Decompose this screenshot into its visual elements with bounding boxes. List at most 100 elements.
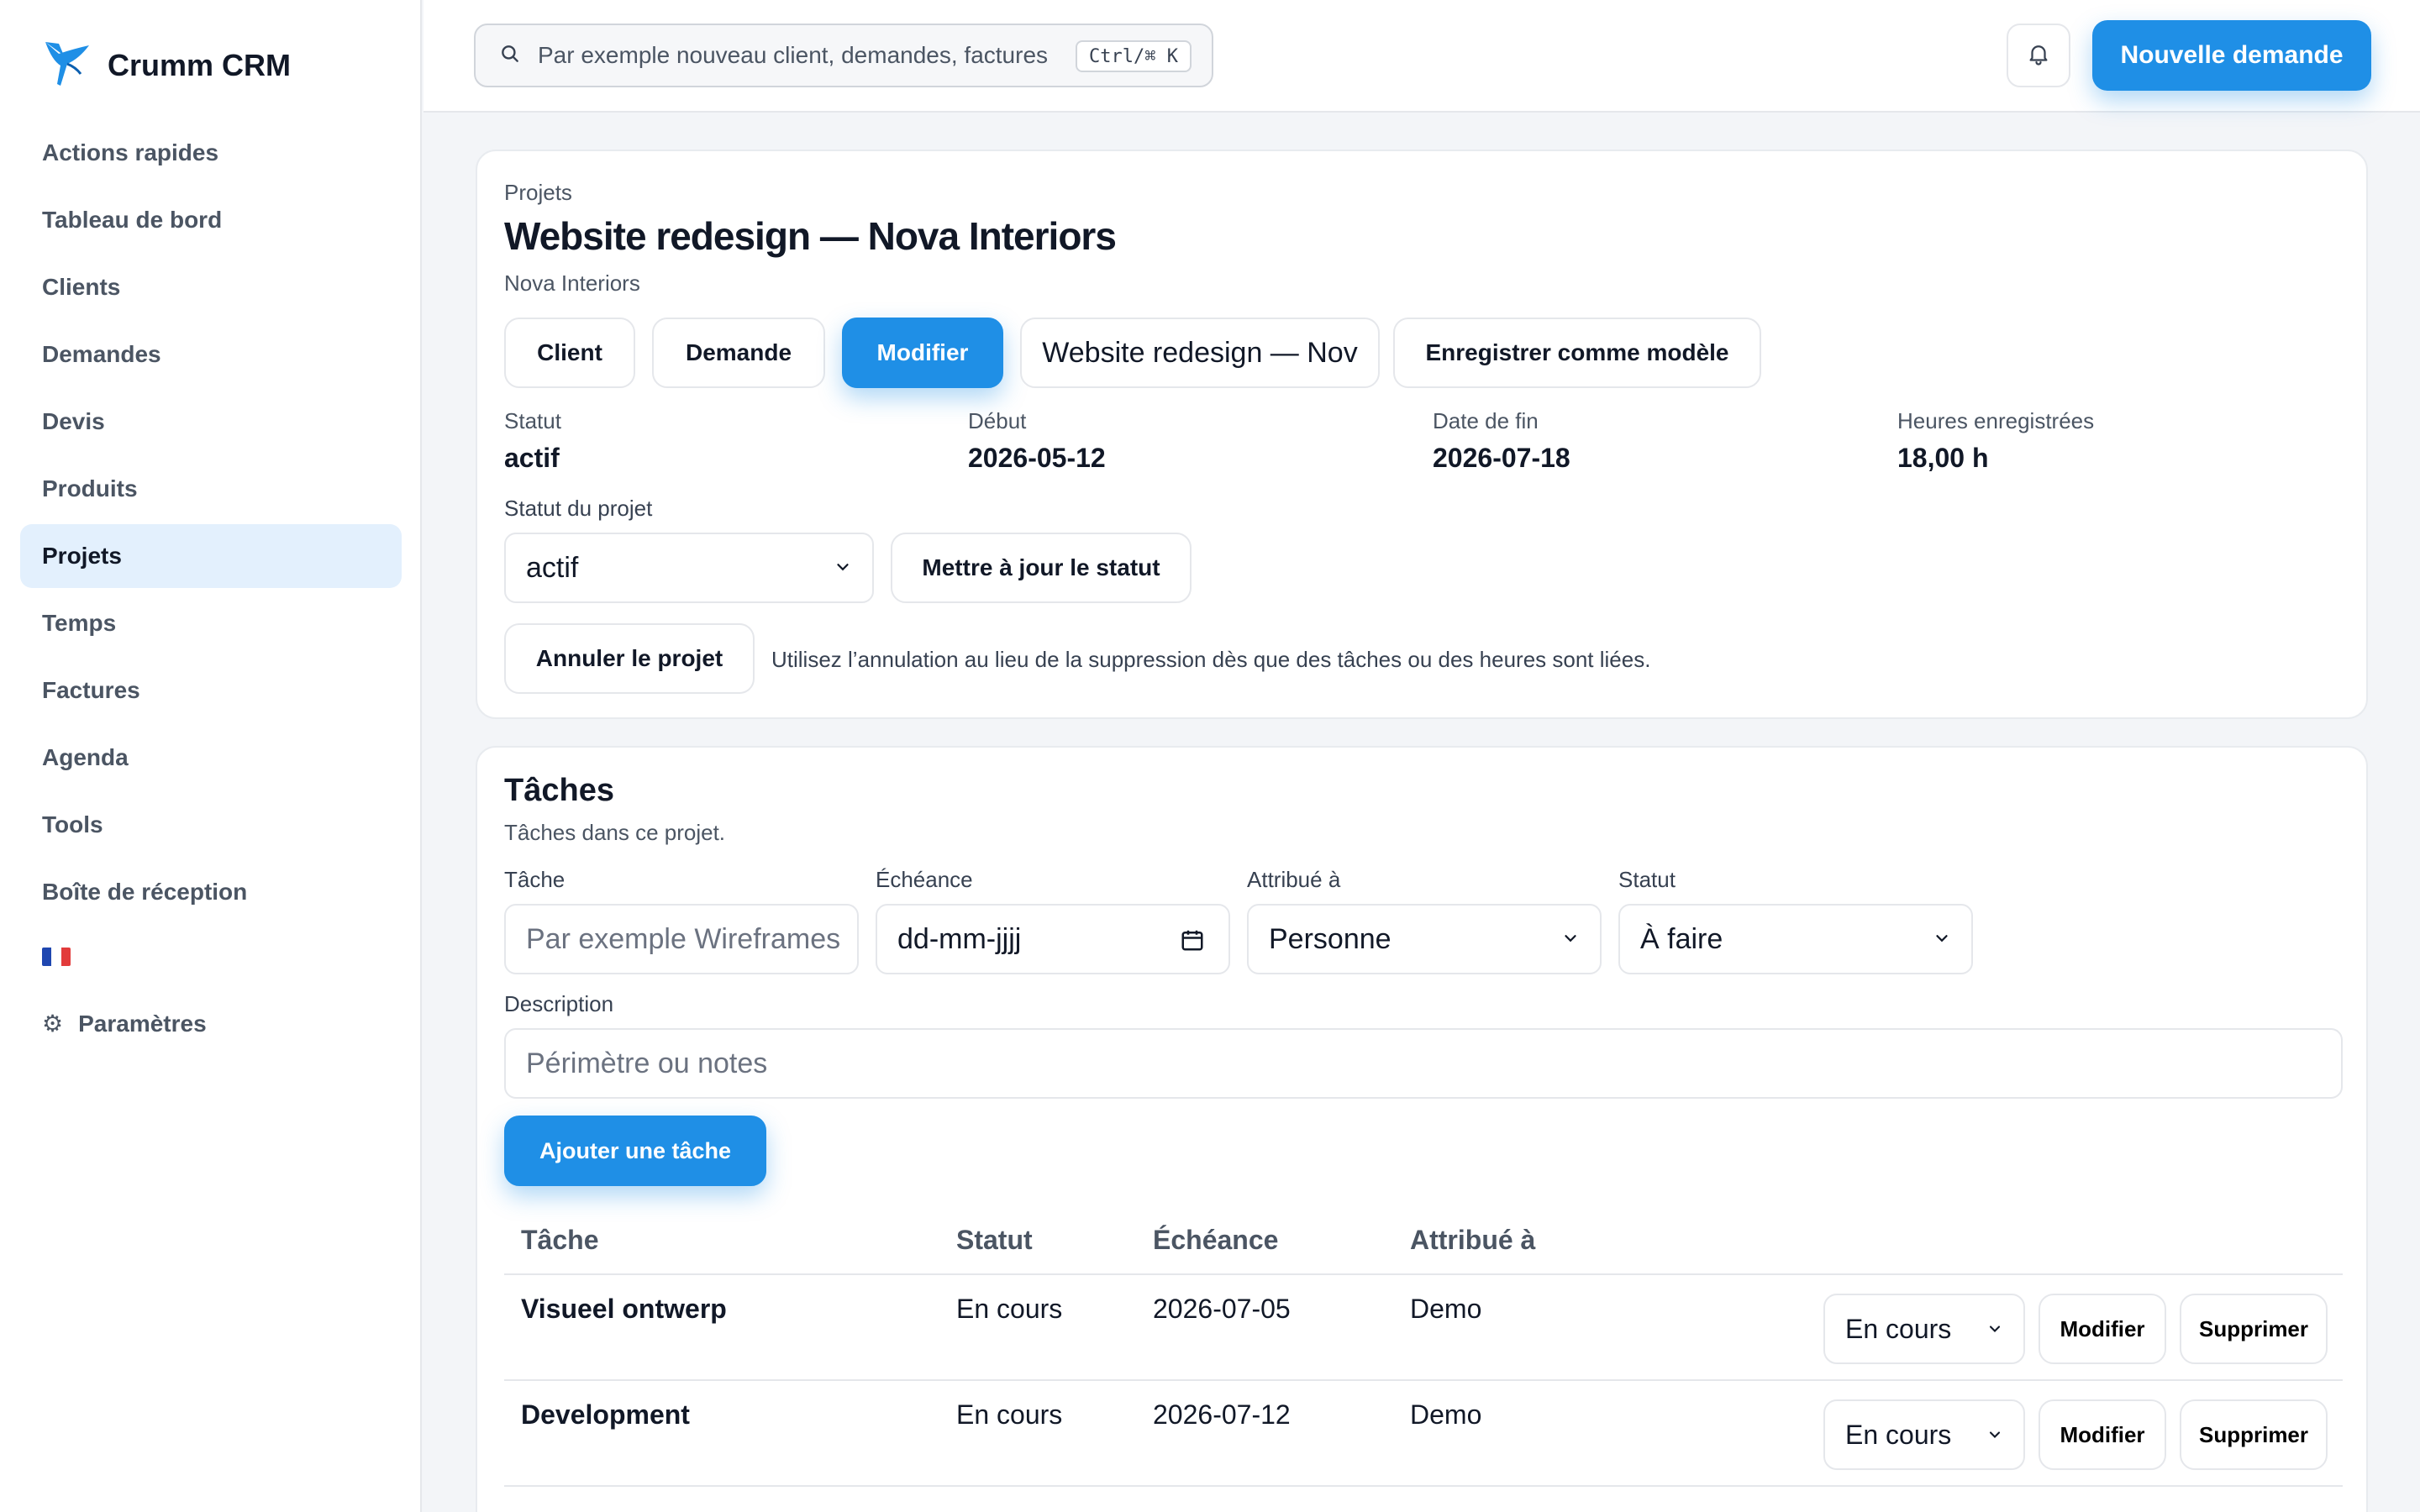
column-header-task[interactable]: Tâche [521, 1225, 598, 1256]
task-assignee: Demo [1410, 1294, 1482, 1324]
new-request-button[interactable]: Nouvelle demande [2092, 20, 2371, 91]
project-card: Projets Website redesign — Nova Interior… [476, 150, 2368, 719]
task-status-label: Statut [1618, 867, 1676, 892]
bird-logo-icon [42, 37, 91, 93]
select-value: En cours [1845, 1313, 1952, 1344]
table-row: Visueel ontwerp En cours 2026-07-05 Demo… [477, 1275, 2370, 1381]
gear-icon: ⚙ [42, 1011, 64, 1037]
sidebar-item-agenda[interactable]: Agenda [20, 726, 402, 790]
row-divider [504, 1485, 2343, 1487]
project-status-select[interactable]: actif [504, 533, 874, 603]
sidebar-item-demandes[interactable]: Demandes [20, 323, 402, 386]
edit-task-button[interactable]: Modifier [2039, 1294, 2166, 1364]
sidebar-item-tools[interactable]: Tools [20, 793, 402, 857]
add-task-button[interactable]: Ajouter une tâche [504, 1116, 766, 1186]
tasks-title: Tâches [504, 773, 614, 808]
calendar-icon[interactable] [1180, 927, 1205, 953]
project-status-label: Statut du projet [504, 496, 653, 521]
stat-end: Date de fin 2026-07-18 [1433, 408, 1570, 474]
client-name: Nova Interiors [504, 270, 640, 296]
due-date-input[interactable]: dd-mm-jjjj [876, 904, 1230, 974]
chevron-down-icon [837, 564, 849, 571]
chevron-down-icon [1989, 1326, 2001, 1332]
due-date-label: Échéance [876, 867, 973, 892]
task-due: 2026-07-05 [1153, 1294, 1291, 1324]
sidebar: Crumm CRM Actions rapides Tableau de bor… [0, 0, 422, 1512]
sidebar-item-parametres[interactable]: ⚙ Paramètres [42, 1010, 207, 1037]
sidebar-item-factures[interactable]: Factures [20, 659, 402, 722]
sidebar-nav: Actions rapides Tableau de bord Clients … [20, 121, 402, 927]
assignee-label: Attribué à [1247, 867, 1341, 892]
edit-project-button[interactable]: Modifier [842, 318, 1003, 388]
sidebar-item-projets[interactable]: Projets [20, 524, 402, 588]
assignee-select[interactable]: Personne [1247, 904, 1602, 974]
app-name: Crumm CRM [108, 47, 292, 82]
language-flag-icon[interactable] [42, 948, 71, 966]
shortcut-hint: Ctrl/⌘ K [1076, 40, 1192, 72]
update-status-button[interactable]: Mettre à jour le statut [891, 533, 1192, 603]
select-value: À faire [1640, 922, 1723, 955]
task-name[interactable]: Development [521, 1399, 690, 1431]
stat-status: Statut actif [504, 408, 561, 474]
description-label: Description [504, 991, 614, 1016]
task-status-select[interactable]: À faire [1618, 904, 1973, 974]
sidebar-item-produits[interactable]: Produits [20, 457, 402, 521]
sidebar-item-devis[interactable]: Devis [20, 390, 402, 454]
column-header-due[interactable]: Échéance [1153, 1225, 1278, 1256]
sidebar-item-boite-de-reception[interactable]: Boîte de réception [20, 860, 402, 924]
stat-label: Statut [504, 408, 561, 433]
bell-icon [2026, 41, 2051, 71]
column-header-assignee[interactable]: Attribué à [1410, 1225, 1535, 1256]
brand[interactable]: Crumm CRM [42, 37, 291, 93]
task-status: En cours [956, 1294, 1063, 1324]
request-button[interactable]: Demande [652, 318, 825, 388]
stat-hours: Heures enregistrées 18,00 h [1897, 408, 2094, 474]
chevron-down-icon [1565, 935, 1576, 942]
delete-task-button[interactable]: Supprimer [2180, 1294, 2328, 1364]
sidebar-item-tableau-de-bord[interactable]: Tableau de bord [20, 188, 402, 252]
table-row: Development En cours 2026-07-12 Demo En … [477, 1381, 2370, 1487]
task-due: 2026-07-12 [1153, 1399, 1291, 1430]
top-bar: Ctrl/⌘ K Nouvelle demande [424, 0, 2420, 113]
row-status-select[interactable]: En cours [1823, 1294, 2025, 1364]
search-icon [499, 43, 521, 69]
task-assignee: Demo [1410, 1399, 1482, 1430]
notifications-button[interactable] [2007, 24, 2070, 87]
date-placeholder: dd-mm-jjjj [897, 922, 1022, 955]
task-name[interactable]: Visueel ontwerp [521, 1294, 727, 1325]
sidebar-item-actions-rapides[interactable]: Actions rapides [20, 121, 402, 185]
description-input[interactable]: Périmètre ou notes [504, 1028, 2343, 1099]
column-header-status[interactable]: Statut [956, 1225, 1033, 1256]
search-box[interactable]: Ctrl/⌘ K [474, 24, 1213, 87]
stat-value: 2026-05-12 [968, 443, 1106, 473]
project-name-field[interactable]: Website redesign — Nov [1020, 318, 1380, 388]
settings-label: Paramètres [78, 1010, 207, 1037]
search-input[interactable] [538, 42, 1076, 69]
task-name-input[interactable]: Par exemple Wireframes [504, 904, 859, 974]
delete-task-button[interactable]: Supprimer [2180, 1399, 2328, 1470]
select-value: En cours [1845, 1419, 1952, 1450]
stat-value: 18,00 h [1897, 443, 1989, 473]
cancel-project-button[interactable]: Annuler le projet [504, 623, 755, 694]
tasks-subtitle: Tâches dans ce projet. [504, 820, 726, 845]
sidebar-item-clients[interactable]: Clients [20, 255, 402, 319]
edit-task-button[interactable]: Modifier [2039, 1399, 2166, 1470]
save-as-template-button[interactable]: Enregistrer comme modèle [1393, 318, 1761, 388]
select-value: actif [526, 551, 579, 584]
task-name-label: Tâche [504, 867, 566, 892]
stat-label: Heures enregistrées [1897, 408, 2095, 433]
breadcrumb[interactable]: Projets [504, 180, 572, 206]
stat-label: Début [968, 408, 1027, 433]
chevron-down-icon [1936, 935, 1948, 942]
page-title: Website redesign — Nova Interiors [504, 214, 1117, 258]
sidebar-item-temps[interactable]: Temps [20, 591, 402, 655]
stat-value: actif [504, 443, 560, 473]
stat-start: Début 2026-05-12 [968, 408, 1106, 474]
cancel-hint: Utilisez l’annulation au lieu de la supp… [771, 647, 1651, 672]
tasks-card: Tâches Tâches dans ce projet. Tâche Par … [476, 746, 2368, 1512]
row-status-select[interactable]: En cours [1823, 1399, 2025, 1470]
client-button[interactable]: Client [504, 318, 635, 388]
stat-value: 2026-07-18 [1433, 443, 1570, 473]
task-status: En cours [956, 1399, 1063, 1430]
stat-label: Date de fin [1433, 408, 1539, 433]
